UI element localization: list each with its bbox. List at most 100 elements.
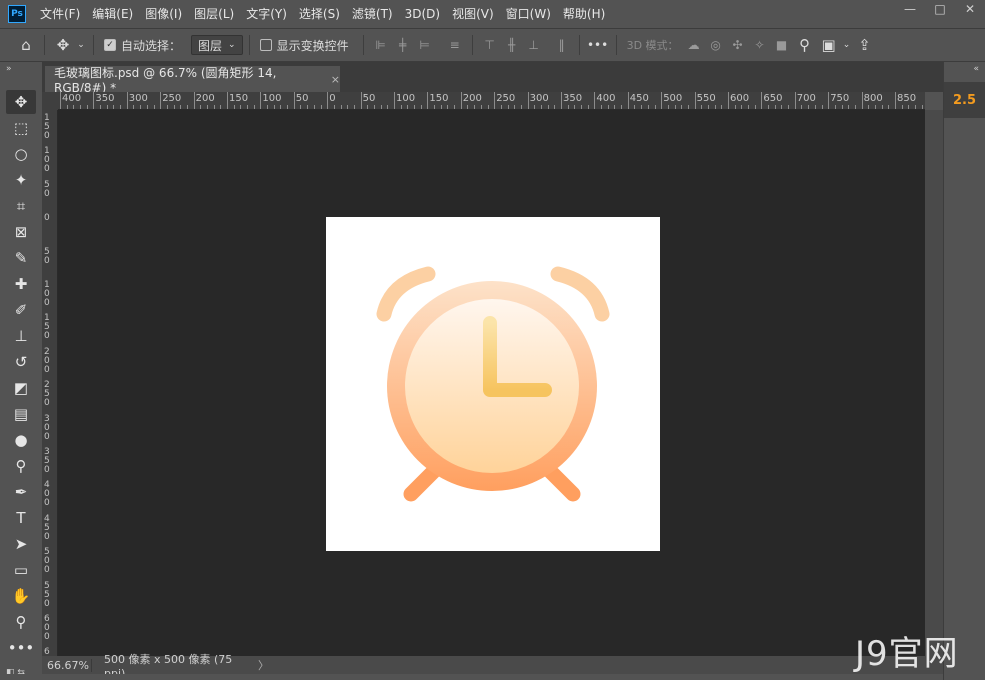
gradient-tool-icon[interactable]: ▤ — [6, 402, 36, 426]
ruler-minor-tick — [273, 105, 275, 109]
ruler-minor-tick — [754, 105, 756, 109]
ruler-minor-tick — [140, 105, 142, 109]
3d-camera-icon[interactable]: ■ — [771, 34, 793, 56]
3d-orbit-icon[interactable]: ☁ — [683, 34, 705, 56]
align-bottom-icon[interactable]: ⊥ — [523, 34, 545, 56]
healing-brush-tool-icon[interactable]: ✚ — [6, 272, 36, 296]
ruler-minor-tick — [454, 105, 456, 109]
menu-item[interactable]: 视图(V) — [446, 0, 500, 28]
pen-tool-icon[interactable]: ✒ — [6, 480, 36, 504]
ruler-minor-tick — [547, 105, 549, 109]
hand-tool-icon[interactable]: ✋ — [6, 584, 36, 608]
vertical-ruler[interactable]: 150 100 50 0 50 100 150 200 250 300 350 400 450 500 55… — [42, 110, 58, 656]
align-top-icon[interactable]: ⊤ — [479, 34, 501, 56]
ruler-tick — [227, 92, 228, 109]
ruler-minor-tick — [420, 105, 422, 109]
move-tool-icon[interactable]: ✥ — [51, 33, 75, 57]
ruler-label: 350 — [95, 93, 115, 104]
align-right-icon[interactable]: ⊨ — [414, 34, 436, 56]
panel-collapse-icon[interactable]: « — [944, 62, 985, 76]
menu-item[interactable]: 选择(S) — [293, 0, 346, 28]
move-tool-icon[interactable]: ✥ — [6, 90, 36, 114]
rectangle-tool-icon[interactable]: ▭ — [6, 558, 36, 582]
minimize-button[interactable]: — — [895, 0, 925, 18]
more-options-icon[interactable]: ••• — [586, 33, 610, 57]
marquee-tool-icon[interactable]: ⬚ — [6, 116, 36, 140]
layer-dropdown-value: 图层 — [198, 38, 223, 53]
divider — [44, 35, 45, 55]
search-icon[interactable]: ⚲ — [793, 33, 817, 57]
chevron-down-icon[interactable]: ⌄ — [841, 33, 853, 57]
zoom-level[interactable]: 66.67% — [42, 658, 92, 672]
zoom-tool-icon[interactable]: ⚲ — [6, 610, 36, 634]
ruler-minor-tick — [307, 105, 309, 109]
history-brush-tool-icon[interactable]: ↺ — [6, 350, 36, 374]
chevron-down-icon[interactable]: ⌄ — [75, 33, 87, 57]
3d-roll-icon[interactable]: ◎ — [705, 34, 727, 56]
ruler-minor-tick — [841, 105, 843, 109]
share-icon[interactable]: ⇪ — [853, 33, 877, 57]
document-tab[interactable]: 毛玻璃图标.psd @ 66.7% (圆角矩形 14, RGB/8#) * × — [45, 66, 340, 95]
canvas-area[interactable] — [58, 110, 925, 656]
type-tool-icon[interactable]: T — [6, 506, 36, 530]
menu-item[interactable]: 文字(Y) — [240, 0, 293, 28]
menu-item[interactable]: 3D(D) — [399, 0, 446, 28]
menu-item[interactable]: 图像(I) — [139, 0, 188, 28]
document-canvas[interactable] — [326, 217, 660, 551]
3d-slide-icon[interactable]: ✧ — [749, 34, 771, 56]
frame-tool-icon[interactable]: ⊠ — [6, 220, 36, 244]
crop-tool-icon[interactable]: ⌗ — [6, 194, 36, 218]
3d-pan-icon[interactable]: ✣ — [727, 34, 749, 56]
ruler-label: 150 — [229, 93, 249, 104]
home-icon[interactable]: ⌂ — [14, 33, 38, 57]
divider — [93, 35, 94, 55]
divider — [615, 35, 617, 55]
menu-item[interactable]: 图层(L) — [188, 0, 240, 28]
menu-item[interactable]: 文件(F) — [34, 0, 86, 28]
menu-item[interactable]: 帮助(H) — [557, 0, 611, 28]
align-left-icon[interactable]: ⊫ — [370, 34, 392, 56]
document-tab-bar: 毛玻璃图标.psd @ 66.7% (圆角矩形 14, RGB/8#) * × — [42, 62, 943, 95]
magic-wand-tool-icon[interactable]: ✦ — [6, 168, 36, 192]
ruler-label: 600 — [44, 614, 50, 642]
menu-item[interactable]: 编辑(E) — [86, 0, 139, 28]
layer-dropdown[interactable]: 图层 ⌄ — [191, 35, 243, 55]
menu-item[interactable]: 窗口(W) — [500, 0, 557, 28]
distribute-h-icon[interactable]: ≡ — [444, 34, 466, 56]
ruler-minor-tick — [400, 105, 402, 109]
ruler-minor-tick — [500, 105, 502, 109]
ruler-label: 550 — [696, 93, 716, 104]
path-selection-tool-icon[interactable]: ➤ — [6, 532, 36, 556]
auto-select-checkbox[interactable]: ✓ — [104, 39, 116, 51]
ruler-minor-tick — [587, 105, 589, 109]
panel-badge[interactable]: 2.5 — [944, 82, 985, 118]
lasso-tool-icon[interactable]: ○ — [6, 142, 36, 166]
dodge-tool-icon[interactable]: ⚲ — [6, 454, 36, 478]
blur-tool-icon[interactable]: ● — [6, 428, 36, 452]
ruler-minor-tick — [120, 105, 122, 109]
ruler-label: 250 — [162, 93, 182, 104]
horizontal-ruler[interactable]: 400 350 300 250 200 150 100 50 0 50 100 150 200 250 30… — [58, 92, 925, 110]
close-button[interactable]: ✕ — [955, 0, 985, 18]
status-menu-arrow[interactable]: 〉 — [258, 657, 269, 673]
ruler-minor-tick — [280, 105, 282, 109]
maximize-button[interactable]: □ — [925, 0, 955, 18]
align-center-h-icon[interactable]: ╪ — [392, 34, 414, 56]
align-middle-v-icon[interactable]: ╫ — [501, 34, 523, 56]
close-tab-icon[interactable]: × — [331, 73, 340, 86]
ruler-minor-tick — [674, 105, 676, 109]
eyedropper-tool-icon[interactable]: ✎ — [6, 246, 36, 270]
distribute-v-icon[interactable]: ‖ — [551, 34, 573, 56]
ruler-minor-tick — [814, 105, 816, 109]
ruler-label: 750 — [830, 93, 850, 104]
stamp-tool-icon[interactable]: ⊥ — [6, 324, 36, 348]
vertical-scrollbar[interactable] — [925, 110, 943, 656]
show-transform-checkbox[interactable] — [259, 39, 272, 51]
brush-tool-icon[interactable]: ✐ — [6, 298, 36, 322]
workspace-icon[interactable]: ▣ — [817, 33, 841, 57]
eraser-tool-icon[interactable]: ◩ — [6, 376, 36, 400]
edit-toolbar-icon[interactable]: ••• — [6, 636, 36, 660]
toolbar-collapse-icon[interactable]: » — [0, 62, 42, 76]
ruler-minor-tick — [581, 105, 583, 109]
menu-item[interactable]: 滤镜(T) — [346, 0, 399, 28]
